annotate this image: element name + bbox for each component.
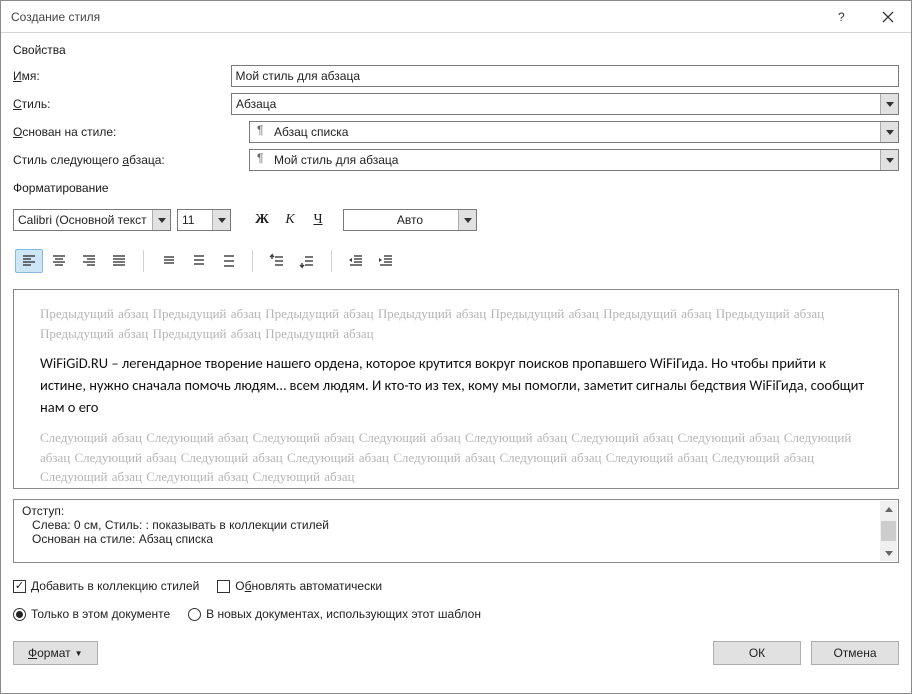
checkbox-icon: [13, 580, 26, 593]
new-docs-radio[interactable]: В новых документах, использующих этот ша…: [188, 607, 481, 621]
next-style-dropdown-button[interactable]: [880, 150, 898, 170]
font-color-combo[interactable]: Авто: [343, 209, 477, 231]
align-justify-button[interactable]: [105, 249, 133, 273]
only-this-doc-radio[interactable]: Только в этом документе: [13, 607, 170, 621]
font-size-combo[interactable]: 11: [177, 209, 231, 231]
preview-previous-paragraph: Предыдущий абзац Предыдущий абзац Предыд…: [40, 304, 872, 343]
underline-button[interactable]: Ч: [307, 209, 329, 231]
based-on-dropdown-button[interactable]: [880, 122, 898, 142]
font-color-dropdown-button[interactable]: [458, 210, 476, 230]
bold-button[interactable]: Ж: [251, 209, 273, 231]
align-left-button[interactable]: [15, 249, 43, 273]
style-type-dropdown-button[interactable]: [880, 94, 898, 114]
style-type-label: Стиль:: [13, 97, 223, 111]
description-box: Отступ: Слева: 0 см, Стиль: : показывать…: [13, 499, 899, 563]
cancel-button[interactable]: Отмена: [811, 641, 899, 665]
align-center-button[interactable]: [45, 249, 73, 273]
based-on-combo[interactable]: [249, 121, 899, 143]
preview-next-paragraph: Следующий абзац Следующий абзац Следующи…: [40, 428, 872, 487]
formatting-section-label: Форматирование: [13, 181, 899, 197]
font-color-swatch: [344, 210, 362, 230]
italic-button[interactable]: К: [279, 209, 301, 231]
font-name-dropdown-button[interactable]: [152, 210, 170, 230]
paragraph-toolbar: [13, 245, 899, 277]
description-line-1: Отступ:: [22, 504, 876, 518]
font-color-label: Авто: [362, 213, 458, 227]
based-on-label: Основан на стиле:: [13, 125, 223, 139]
font-name-value: Calibri (Основной текст: [14, 213, 152, 227]
scroll-thumb[interactable]: [881, 521, 896, 541]
properties-section-label: Свойства: [13, 43, 899, 59]
space-before-decrease-button[interactable]: [293, 249, 321, 273]
radio-icon: [13, 608, 26, 621]
indent-increase-button[interactable]: [372, 249, 400, 273]
name-label: Имя:: [13, 69, 223, 83]
scroll-up-button[interactable]: [880, 501, 897, 518]
new-docs-label: В новых документах, использующих этот ша…: [206, 607, 481, 621]
titlebar: Создание стиля ?: [1, 1, 911, 33]
next-style-label: Стиль следующего абзаца:: [13, 153, 223, 167]
radio-icon: [188, 608, 201, 621]
add-to-collection-checkbox[interactable]: Добавить в коллекцию стилей: [13, 579, 199, 593]
spacing-double-button[interactable]: [214, 249, 242, 273]
svg-text:?: ?: [838, 11, 845, 23]
scroll-down-button[interactable]: [880, 544, 897, 561]
checkbox-icon: [217, 580, 230, 593]
ok-button[interactable]: ОК: [713, 641, 801, 665]
close-button[interactable]: [865, 1, 911, 33]
font-name-combo[interactable]: Calibri (Основной текст: [13, 209, 171, 231]
preview-pane: Предыдущий абзац Предыдущий абзац Предыд…: [13, 289, 899, 489]
description-line-3: Основан на стиле: Абзац списка: [22, 532, 876, 546]
indent-decrease-button[interactable]: [342, 249, 370, 273]
align-right-button[interactable]: [75, 249, 103, 273]
description-scrollbar[interactable]: [880, 501, 897, 561]
auto-update-checkbox[interactable]: Обновлять автоматически: [217, 579, 382, 593]
font-size-dropdown-button[interactable]: [212, 210, 230, 230]
preview-sample-text: WiFiGiD.RU – легендарное творение нашего…: [40, 353, 872, 418]
description-line-2: Слева: 0 см, Стиль: : показывать в колле…: [22, 518, 876, 532]
caret-down-icon: ▼: [75, 649, 83, 658]
spacing-single-button[interactable]: [154, 249, 182, 273]
name-input[interactable]: [231, 65, 899, 87]
space-before-increase-button[interactable]: [263, 249, 291, 273]
help-button[interactable]: ?: [819, 1, 865, 33]
window-title: Создание стиля: [11, 10, 100, 24]
format-button[interactable]: Формат▼: [13, 641, 98, 665]
spacing-onehalf-button[interactable]: [184, 249, 212, 273]
next-style-combo[interactable]: [249, 149, 899, 171]
only-this-doc-label: Только в этом документе: [31, 607, 170, 621]
font-size-value: 11: [178, 213, 212, 227]
style-type-combo[interactable]: [231, 93, 899, 115]
